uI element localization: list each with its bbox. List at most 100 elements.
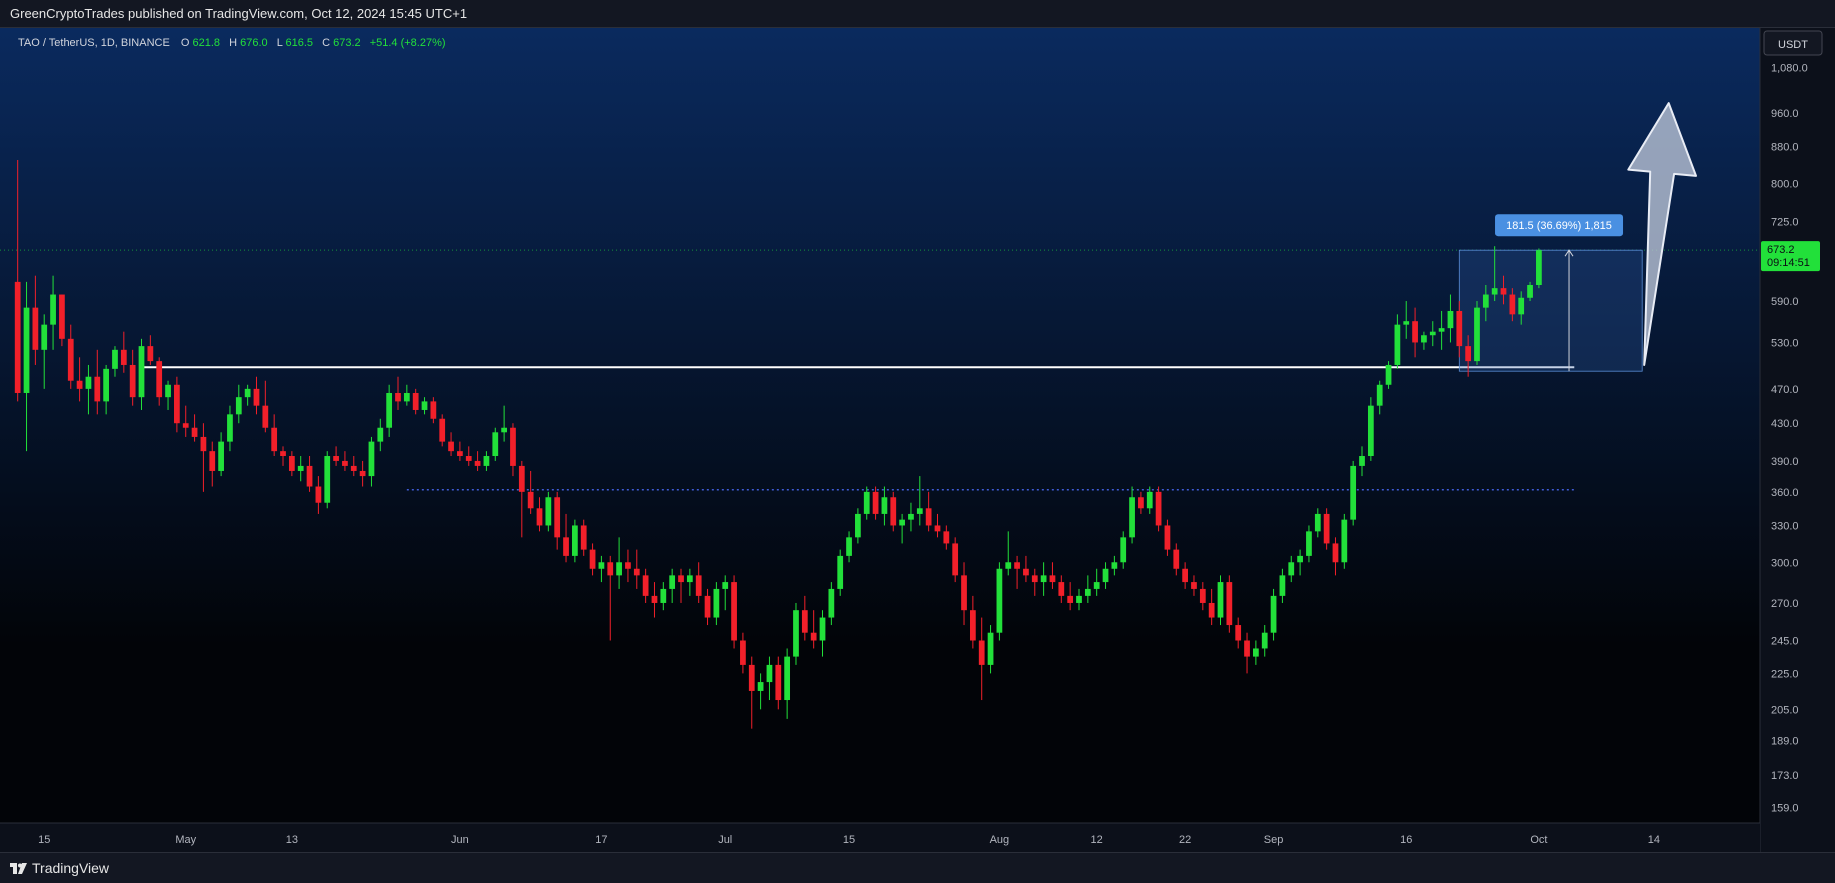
candle-body <box>899 519 905 526</box>
candle[interactable] <box>1474 301 1480 365</box>
time-tick-label: Jul <box>718 834 732 846</box>
candle[interactable] <box>1341 513 1348 569</box>
candle-body <box>359 470 366 477</box>
candle-body <box>766 664 773 683</box>
candle-body <box>1102 568 1109 583</box>
time-tick-label: 17 <box>595 834 607 846</box>
candle[interactable] <box>1350 460 1357 526</box>
candle-body <box>925 508 932 526</box>
candle-body <box>784 656 791 701</box>
price-tick-label: 590.0 <box>1771 296 1799 308</box>
time-tick-label: 22 <box>1179 834 1191 846</box>
candle-body <box>1536 250 1542 286</box>
candle-body <box>510 427 516 466</box>
candle-body <box>607 562 614 576</box>
candle-body <box>227 414 233 442</box>
bar-countdown: 09:14:51 <box>1767 257 1810 269</box>
legend-low: 616.5 <box>285 37 313 49</box>
candle-body <box>651 595 658 603</box>
candle-body <box>120 349 127 365</box>
candle[interactable] <box>1536 248 1542 289</box>
candle-body <box>952 543 959 576</box>
candle-body <box>1465 346 1472 362</box>
candle[interactable] <box>1367 397 1374 461</box>
candle-body <box>793 610 799 657</box>
candle[interactable] <box>1155 486 1162 532</box>
candle-body <box>563 537 569 556</box>
price-tick-label: 360.0 <box>1771 487 1799 499</box>
candle-body <box>1253 648 1259 657</box>
candle[interactable] <box>793 602 799 665</box>
candle[interactable] <box>890 491 897 532</box>
price-chart[interactable]: 181.5 (36.69%) 1,815 1,080.0 960.0 880.0 80… <box>0 28 1835 852</box>
candle-body <box>934 525 941 532</box>
candle-body <box>819 617 826 641</box>
svg-text:TAO / TetherUS, 1D, BINANCE: TAO / TetherUS, 1D, BINANCE O 621.8 H 67… <box>18 37 446 49</box>
time-tick-label: 13 <box>286 834 298 846</box>
candle-body <box>457 451 463 457</box>
price-tick-label: 430.0 <box>1771 418 1799 430</box>
candle-body <box>253 388 260 406</box>
candle-body <box>740 640 746 665</box>
candle[interactable] <box>572 519 578 563</box>
candle-body <box>1421 335 1427 343</box>
candle[interactable] <box>996 562 1003 641</box>
candle-body <box>1403 321 1410 325</box>
candle-body <box>147 346 154 362</box>
candle-body <box>987 632 994 665</box>
candle[interactable] <box>1323 508 1330 550</box>
candle-body <box>59 294 65 339</box>
candle-body <box>625 562 631 569</box>
candle-body <box>1456 310 1463 347</box>
time-axis[interactable] <box>0 823 1760 852</box>
footer-brand[interactable]: TradingView <box>32 860 109 876</box>
currency-button[interactable]: USDT <box>1763 30 1823 56</box>
candle-body <box>1244 640 1250 657</box>
candle-body <box>439 418 446 442</box>
candle[interactable] <box>492 427 499 461</box>
price-tick-label: 189.0 <box>1771 736 1799 748</box>
candle-body <box>1394 324 1401 365</box>
candle-body <box>633 568 640 576</box>
candle-body <box>1182 568 1188 583</box>
legend-high: 676.0 <box>240 37 268 49</box>
candle[interactable] <box>1385 361 1392 389</box>
candle-body <box>412 392 419 410</box>
price-tick-label: 800.0 <box>1771 178 1799 190</box>
publisher-bar: GreenCryptoTrades published on TradingVi… <box>0 0 1835 28</box>
candle[interactable] <box>324 451 331 509</box>
candle[interactable] <box>545 491 552 532</box>
candle-body <box>916 508 923 514</box>
candle-body <box>757 682 764 691</box>
candle-body <box>1376 384 1383 406</box>
candle-body <box>1491 288 1498 295</box>
candle-body <box>872 491 879 514</box>
candle-body <box>1155 491 1162 526</box>
time-tick-label: May <box>175 834 196 846</box>
candle[interactable] <box>1226 575 1233 633</box>
candle[interactable] <box>439 414 446 447</box>
candle-body <box>1447 310 1454 329</box>
price-tick-label: 300.0 <box>1771 557 1799 569</box>
candle-body <box>996 568 1003 633</box>
candle-body <box>527 491 534 509</box>
price-tick-label: 1,080.0 <box>1771 63 1808 75</box>
candle-body <box>191 427 198 437</box>
candle[interactable] <box>59 294 65 347</box>
candle-body <box>386 392 393 428</box>
candle-body <box>828 588 835 618</box>
price-tick-label: 530.0 <box>1771 337 1799 349</box>
footer-bar: TradingView <box>0 852 1835 883</box>
candle-body <box>103 368 110 402</box>
price-tick-label: 173.0 <box>1771 770 1799 782</box>
measure-label: 181.5 (36.69%) 1,815 <box>1506 220 1612 232</box>
candle-body <box>324 456 331 503</box>
candle-body <box>1235 625 1242 641</box>
time-tick-label: 15 <box>38 834 50 846</box>
measure-box <box>1458 249 1643 372</box>
candle-body <box>1332 543 1339 563</box>
candle-body <box>129 364 136 398</box>
time-tick-label: Aug <box>990 834 1010 846</box>
candle[interactable] <box>731 575 737 649</box>
candle-body <box>1288 562 1295 576</box>
